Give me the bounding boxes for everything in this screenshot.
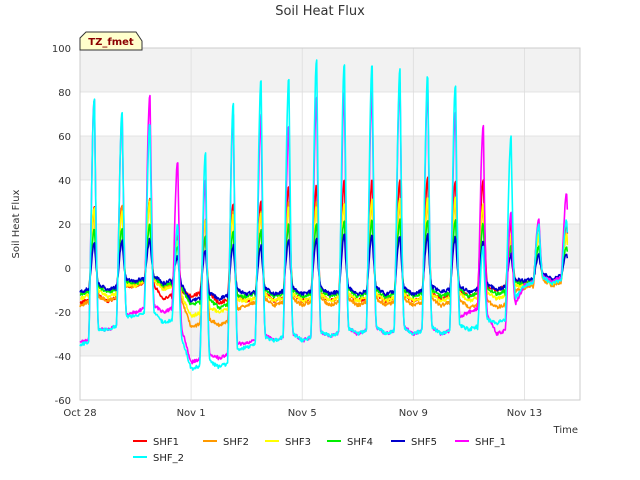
x-tick-label: Oct 28 — [63, 408, 96, 419]
x-tick-label: Nov 5 — [288, 408, 317, 419]
legend-label: SHF_1 — [475, 437, 506, 448]
legend-label: SHF4 — [347, 437, 373, 448]
x-axis-ticks: Oct 28 Nov 1 Nov 5 Nov 9 Nov 13 — [63, 408, 542, 419]
station-badge-label: TZ_fmet — [88, 37, 134, 48]
legend: SHF1 SHF2 SHF3 SHF4 SHF5 SHF_1 SHF_2 — [133, 437, 506, 464]
legend-item: SHF1 — [133, 437, 179, 448]
y-tick-label: 40 — [58, 176, 71, 187]
x-axis-label: Time — [553, 425, 578, 436]
plot-band — [80, 224, 580, 268]
x-tick-label: Nov 13 — [507, 408, 542, 419]
y-tick-label: -20 — [55, 308, 71, 319]
legend-item: SHF_2 — [133, 453, 184, 464]
legend-label: SHF_2 — [153, 453, 184, 464]
chart-title: Soil Heat Flux — [275, 4, 365, 19]
soil-heat-flux-chart: Soil Heat Flux -60 -40 -20 0 20 40 60 80 100 Oct… — [11, 4, 581, 464]
legend-label: SHF1 — [153, 437, 179, 448]
legend-label: SHF2 — [223, 437, 249, 448]
y-tick-label: 100 — [52, 44, 71, 55]
y-tick-label: -40 — [55, 352, 71, 363]
legend-item: SHF_1 — [455, 437, 506, 448]
y-tick-label: 0 — [65, 264, 71, 275]
y-tick-label: 60 — [58, 132, 71, 143]
legend-item: SHF3 — [265, 437, 311, 448]
legend-label: SHF5 — [411, 437, 437, 448]
plot-band — [80, 136, 580, 180]
legend-item: SHF2 — [203, 437, 249, 448]
y-tick-label: 20 — [58, 220, 71, 231]
station-badge: TZ_fmet — [79, 31, 143, 51]
legend-item: SHF4 — [327, 437, 373, 448]
x-tick-label: Nov 1 — [177, 408, 206, 419]
y-axis-ticks: -60 -40 -20 0 20 40 60 80 100 — [52, 44, 71, 407]
x-tick-label: Nov 9 — [399, 408, 428, 419]
y-tick-label: 80 — [58, 88, 71, 99]
legend-label: SHF3 — [285, 437, 311, 448]
plot-band — [80, 48, 580, 92]
y-tick-label: -60 — [55, 396, 71, 407]
legend-item: SHF5 — [391, 437, 437, 448]
y-axis-label: Soil Heat Flux — [11, 189, 22, 258]
